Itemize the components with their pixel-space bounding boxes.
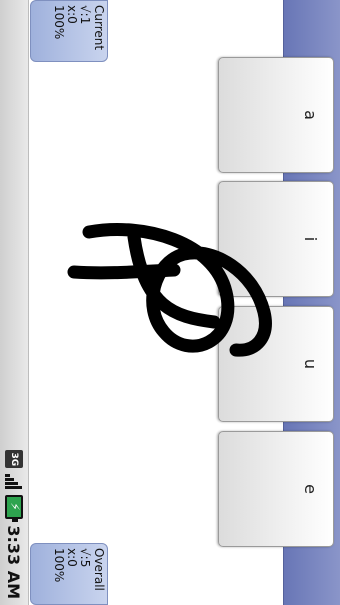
glyph-loop-stroke — [82, 223, 272, 357]
overall-correct-count: √:5 — [78, 548, 92, 568]
answer-button-label: a — [301, 110, 320, 120]
overall-wrong-count: x:0 — [65, 548, 79, 567]
status-time: 3:33 AM — [4, 525, 24, 599]
answer-button-label: i — [301, 236, 320, 242]
character-glyph — [67, 223, 272, 357]
status-icons: 3G ⚡ 3:33 AM — [3, 450, 25, 599]
current-correct-count: √:1 — [78, 5, 92, 25]
overall-percent: 100% — [52, 548, 66, 583]
signal-icon — [5, 474, 23, 490]
answer-button-e[interactable]: e — [218, 431, 334, 547]
overall-score-title: Overall — [92, 548, 106, 591]
3g-icon: 3G — [5, 450, 23, 469]
current-score-panel: Current √:1 x:0 100% — [30, 0, 108, 62]
battery-charging-icon: ⚡ — [5, 495, 23, 520]
current-score-title: Current — [92, 5, 106, 51]
network-type-label: 3G — [9, 452, 19, 467]
app-screen: a i u e Current √:1 x:0 100% Overall √:5… — [0, 0, 340, 605]
answer-rail: a i u e — [218, 0, 340, 605]
overall-score-panel: Overall √:5 x:0 100% — [30, 543, 108, 605]
glyph-vertical-stroke — [67, 263, 181, 280]
answer-button-label: u — [301, 358, 320, 370]
current-wrong-count: x:0 — [65, 5, 79, 24]
current-percent: 100% — [52, 5, 66, 40]
answer-button-label: e — [301, 484, 320, 494]
status-bar: 3G ⚡ 3:33 AM — [0, 0, 29, 605]
answer-button-a[interactable]: a — [218, 57, 334, 173]
